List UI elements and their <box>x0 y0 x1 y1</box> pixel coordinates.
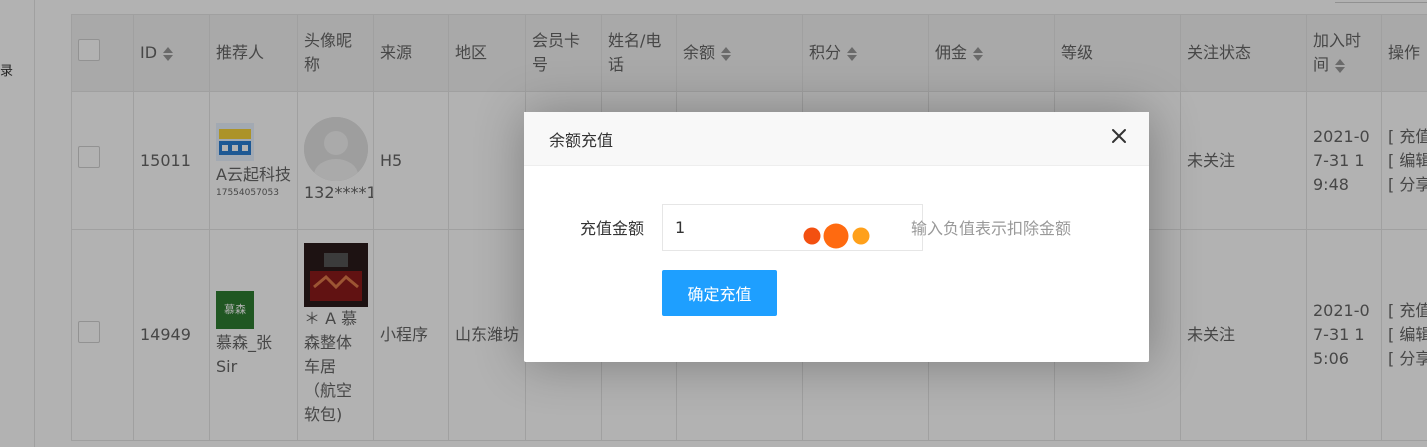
dialog-header: 余额充值 <box>524 112 1149 166</box>
confirm-recharge-button[interactable]: 确定充值 <box>662 270 777 316</box>
dialog-title: 余额充值 <box>549 131 614 150</box>
recharge-dialog: 余额充值 充值金额 输入负值表示扣除金额 确定充值 <box>524 112 1149 362</box>
amount-label: 充值金额 <box>579 219 644 238</box>
loading-dots-icon <box>803 223 870 249</box>
amount-hint: 输入负值表示扣除金额 <box>911 219 1072 238</box>
close-icon[interactable] <box>1109 126 1129 146</box>
amount-input[interactable] <box>662 204 923 251</box>
